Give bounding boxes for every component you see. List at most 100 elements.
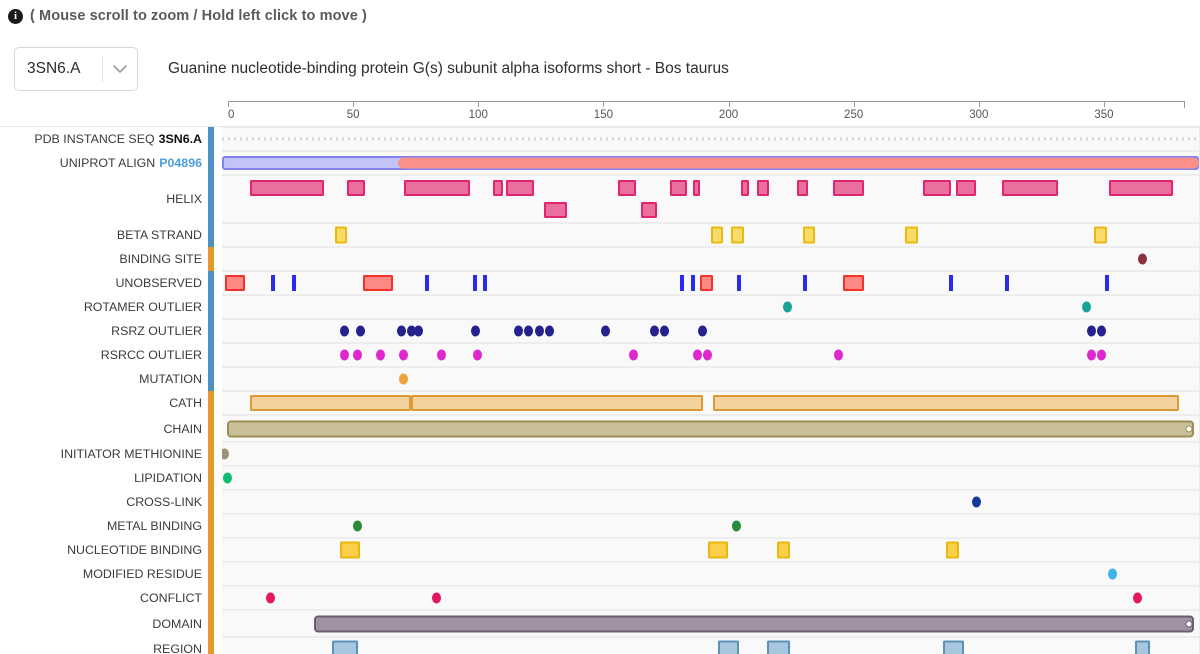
feature-box-helix[interactable] — [1109, 180, 1174, 196]
feature-dot-rsrcc-outlier[interactable] — [340, 349, 350, 361]
unobserved-residue-mark[interactable] — [803, 275, 808, 291]
feature-box-helix[interactable] — [756, 180, 770, 196]
feature-dot-conflict[interactable] — [1133, 592, 1143, 604]
feature-dot-rsrcc-outlier[interactable] — [629, 349, 639, 361]
track-canvas-chain[interactable] — [222, 415, 1200, 442]
chevron-down-icon[interactable] — [103, 64, 137, 74]
unobserved-region-box[interactable] — [843, 275, 864, 291]
feature-dot-modified-residue[interactable] — [1107, 568, 1117, 580]
unobserved-region-box[interactable] — [362, 275, 394, 291]
feature-dot-conflict[interactable] — [432, 592, 442, 604]
feature-box-nucleotide-binding[interactable] — [339, 541, 361, 559]
unobserved-residue-mark[interactable] — [483, 275, 488, 291]
feature-box-helix[interactable] — [505, 180, 535, 196]
unobserved-residue-mark[interactable] — [1104, 275, 1109, 291]
feature-dot-rsrz-outlier[interactable] — [355, 325, 365, 337]
track-canvas-binding-site[interactable] — [222, 247, 1200, 271]
feature-box-helix[interactable] — [797, 180, 808, 196]
feature-box-helix[interactable] — [493, 180, 504, 196]
feature-dot-rotamer-outlier[interactable] — [1081, 301, 1091, 313]
feature-box-helix[interactable] — [741, 180, 749, 196]
track-canvas-cath[interactable] — [222, 391, 1200, 415]
feature-box-helix[interactable] — [669, 180, 688, 196]
feature-box-beta-strand[interactable] — [802, 226, 816, 244]
feature-box-beta-strand[interactable] — [904, 226, 918, 244]
feature-dot-rsrz-outlier[interactable] — [396, 325, 406, 337]
track-canvas-cross-link[interactable] — [222, 490, 1200, 514]
feature-box-helix[interactable] — [956, 180, 977, 196]
feature-box-cath[interactable] — [250, 395, 412, 411]
feature-box-region[interactable] — [1135, 640, 1151, 654]
feature-bar-chain[interactable] — [227, 420, 1194, 437]
feature-box-helix[interactable] — [403, 180, 471, 196]
feature-box-nucleotide-binding[interactable] — [945, 541, 959, 559]
feature-dot-rsrz-outlier[interactable] — [340, 325, 350, 337]
unobserved-region-box[interactable] — [700, 275, 714, 291]
feature-dot-rsrcc-outlier[interactable] — [1087, 349, 1097, 361]
unobserved-residue-mark[interactable] — [736, 275, 741, 291]
track-canvas-uniprot-align[interactable] — [222, 151, 1200, 175]
unobserved-residue-mark[interactable] — [680, 275, 685, 291]
unobserved-residue-mark[interactable] — [473, 275, 478, 291]
feature-dot-rsrz-outlier[interactable] — [514, 325, 524, 337]
unobserved-residue-mark[interactable] — [424, 275, 429, 291]
unobserved-residue-mark[interactable] — [291, 275, 296, 291]
track-canvas-modified-residue[interactable] — [222, 562, 1200, 586]
track-canvas-rsrz-outlier[interactable] — [222, 319, 1200, 343]
feature-dot-metal-binding[interactable] — [353, 520, 363, 532]
feature-box-region[interactable] — [718, 640, 739, 654]
feature-dot-rsrz-outlier[interactable] — [534, 325, 544, 337]
feature-dot-rsrz-outlier[interactable] — [649, 325, 659, 337]
feature-dot-lipidation[interactable] — [222, 472, 232, 484]
feature-box-nucleotide-binding[interactable] — [776, 541, 790, 559]
track-canvas-metal-binding[interactable] — [222, 514, 1200, 538]
feature-box-helix[interactable] — [347, 180, 366, 196]
feature-dot-conflict[interactable] — [266, 592, 276, 604]
track-canvas-beta-strand[interactable] — [222, 223, 1200, 247]
feature-dot-rsrcc-outlier[interactable] — [693, 349, 703, 361]
track-canvas-conflict[interactable] — [222, 586, 1200, 610]
track-canvas-nucleotide-binding[interactable] — [222, 538, 1200, 562]
track-canvas-mutation[interactable] — [222, 367, 1200, 391]
feature-box-region[interactable] — [766, 640, 790, 654]
feature-dot-rsrz-outlier[interactable] — [414, 325, 424, 337]
feature-box-helix[interactable] — [641, 202, 657, 218]
feature-bar-domain[interactable] — [314, 615, 1194, 632]
feature-box-helix[interactable] — [618, 180, 637, 196]
unobserved-residue-mark[interactable] — [271, 275, 276, 291]
feature-box-cath[interactable] — [713, 395, 1179, 411]
feature-dot-rsrz-outlier[interactable] — [544, 325, 554, 337]
uniprot-accession-link[interactable]: P04896 — [159, 156, 202, 170]
unobserved-region-box[interactable] — [224, 275, 245, 291]
feature-dot-rsrz-outlier[interactable] — [601, 325, 611, 337]
feature-dot-rotamer-outlier[interactable] — [782, 301, 792, 313]
feature-dot-metal-binding[interactable] — [731, 520, 741, 532]
feature-box-beta-strand[interactable] — [1094, 226, 1107, 244]
unobserved-residue-mark[interactable] — [1005, 275, 1010, 291]
feature-dot-cross-link[interactable] — [971, 496, 981, 508]
feature-box-region[interactable] — [943, 640, 964, 654]
feature-dot-initiator-methionine[interactable] — [222, 448, 230, 460]
feature-dot-rsrcc-outlier[interactable] — [353, 349, 363, 361]
feature-dot-mutation[interactable] — [399, 373, 409, 385]
track-canvas-domain[interactable] — [222, 610, 1200, 637]
info-icon[interactable]: i — [8, 8, 23, 24]
track-canvas-rotamer-outlier[interactable] — [222, 295, 1200, 319]
feature-box-beta-strand[interactable] — [730, 226, 744, 244]
feature-dot-rsrz-outlier[interactable] — [470, 325, 480, 337]
track-canvas-lipidation[interactable] — [222, 466, 1200, 490]
feature-box-nucleotide-binding[interactable] — [707, 541, 729, 559]
feature-box-helix[interactable] — [250, 180, 325, 196]
feature-box-beta-strand[interactable] — [710, 226, 724, 244]
feature-dot-rsrcc-outlier[interactable] — [399, 349, 409, 361]
feature-box-beta-strand[interactable] — [334, 226, 348, 244]
feature-box-helix[interactable] — [922, 180, 951, 196]
entry-select[interactable]: 3SN6.A — [14, 47, 138, 91]
feature-dot-rsrz-outlier[interactable] — [524, 325, 534, 337]
track-canvas-initiator-methionine[interactable] — [222, 442, 1200, 466]
feature-dot-binding-site[interactable] — [1138, 253, 1148, 265]
feature-dot-rsrz-outlier[interactable] — [659, 325, 669, 337]
feature-dot-rsrz-outlier[interactable] — [1087, 325, 1097, 337]
feature-box-helix[interactable] — [692, 180, 701, 196]
track-canvas-rsrcc-outlier[interactable] — [222, 343, 1200, 367]
